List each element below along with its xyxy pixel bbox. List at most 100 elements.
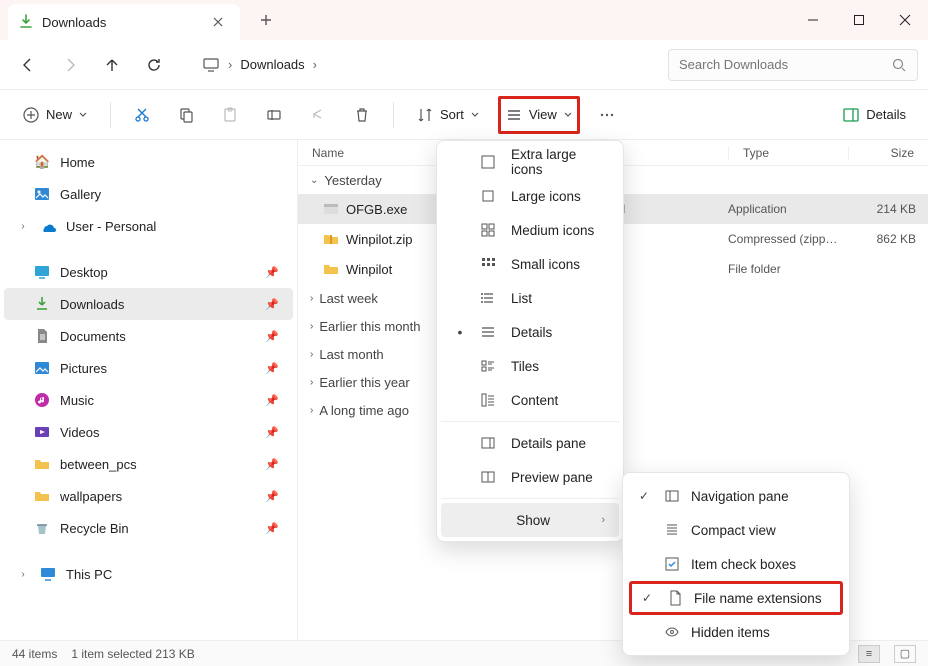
cut-button[interactable]	[125, 98, 159, 132]
menu-item-details[interactable]: •Details	[441, 315, 619, 349]
tab-close-button[interactable]	[206, 10, 230, 34]
menu-item-details-pane[interactable]: Details pane	[441, 426, 619, 460]
check-icon: ✓	[642, 591, 656, 605]
menu-item-sm-icons[interactable]: Small icons	[441, 247, 619, 281]
folder-icon	[34, 488, 50, 504]
chevron-right-icon: ›	[310, 293, 313, 304]
monitor-icon	[202, 56, 220, 74]
chevron-right-icon: ›	[310, 377, 313, 388]
compact-icon	[663, 522, 681, 538]
sidebar-item-pictures[interactable]: Pictures📌	[4, 352, 293, 384]
search-box[interactable]	[668, 49, 918, 81]
tab-title: Downloads	[42, 15, 206, 30]
maximize-button[interactable]	[836, 0, 882, 40]
close-button[interactable]	[882, 0, 928, 40]
sidebar-item-downloads[interactable]: Downloads📌	[4, 288, 293, 320]
sidebar-item-recycle[interactable]: Recycle Bin📌	[4, 512, 293, 544]
sort-label: Sort	[440, 107, 464, 122]
menu-item-hidden-items[interactable]: Hidden items	[629, 615, 843, 649]
more-button[interactable]	[590, 98, 624, 132]
pin-icon: 📌	[265, 426, 279, 439]
menu-item-list[interactable]: List	[441, 281, 619, 315]
folder-icon	[320, 261, 342, 277]
menu-item-navigation-pane[interactable]: ✓Navigation pane	[629, 479, 843, 513]
share-button[interactable]	[301, 98, 335, 132]
paste-button[interactable]	[213, 98, 247, 132]
sidebar-item-videos[interactable]: Videos📌	[4, 416, 293, 448]
tab-downloads[interactable]: Downloads	[8, 4, 240, 40]
menu-item-file-extensions-highlighted[interactable]: ✓File name extensions	[629, 581, 843, 615]
sidebar: 🏠Home Gallery ›User - Personal Desktop📌 …	[0, 140, 298, 640]
pin-icon: 📌	[265, 490, 279, 503]
view-large-button[interactable]: ▢	[894, 645, 916, 663]
navbar: › Downloads ›	[0, 40, 928, 90]
chevron-down-icon: ⌄	[310, 175, 318, 186]
content-icon	[479, 392, 497, 408]
new-button[interactable]: New	[14, 98, 96, 132]
pin-icon: 📌	[265, 394, 279, 407]
grid-icon	[479, 222, 497, 238]
menu-item-md-icons[interactable]: Medium icons	[441, 213, 619, 247]
copy-button[interactable]	[169, 98, 203, 132]
chevron-right-icon: ›	[310, 349, 313, 360]
pin-icon: 📌	[265, 522, 279, 535]
checkbox-icon	[663, 556, 681, 572]
menu-item-checkboxes[interactable]: Item check boxes	[629, 547, 843, 581]
check-icon: ✓	[639, 489, 653, 503]
sidebar-item-gallery[interactable]: Gallery	[4, 178, 293, 210]
details-label: Details	[866, 107, 906, 122]
sidebar-item-documents[interactable]: Documents📌	[4, 320, 293, 352]
view-menu: Extra large icons Large icons Medium ico…	[436, 140, 624, 542]
folder-icon	[34, 456, 50, 472]
chevron-right-icon: ›	[310, 321, 313, 332]
breadcrumb[interactable]: › Downloads ›	[202, 56, 325, 74]
menu-item-content[interactable]: Content	[441, 383, 619, 417]
menu-item-compact-view[interactable]: Compact view	[629, 513, 843, 547]
sidebar-item-between[interactable]: between_pcs📌	[4, 448, 293, 480]
search-input[interactable]	[679, 57, 891, 72]
sort-button[interactable]: Sort	[408, 98, 488, 132]
sidebar-item-wallpapers[interactable]: wallpapers📌	[4, 480, 293, 512]
menu-item-xl-icons[interactable]: Extra large icons	[441, 145, 619, 179]
pictures-icon	[34, 360, 50, 376]
view-button-highlighted[interactable]: View	[498, 96, 580, 134]
pin-icon: 📌	[265, 458, 279, 471]
sidebar-item-thispc[interactable]: ›This PC	[4, 558, 293, 590]
status-selection: 1 item selected 213 KB	[71, 647, 194, 661]
menu-item-preview-pane[interactable]: Preview pane	[441, 460, 619, 494]
videos-icon	[34, 424, 50, 440]
chevron-down-icon	[563, 110, 573, 120]
view-details-button[interactable]: ≡	[858, 645, 880, 663]
bullet-icon: •	[455, 324, 465, 340]
rename-button[interactable]	[257, 98, 291, 132]
column-size[interactable]: Size	[848, 146, 928, 160]
menu-item-tiles[interactable]: Tiles	[441, 349, 619, 383]
recycle-icon	[34, 520, 50, 536]
pin-icon: 📌	[265, 266, 279, 279]
show-submenu: ✓Navigation pane Compact view Item check…	[622, 472, 850, 656]
sidebar-item-music[interactable]: Music📌	[4, 384, 293, 416]
breadcrumb-current[interactable]: Downloads	[240, 57, 304, 72]
menu-item-show[interactable]: Show›	[441, 503, 619, 537]
forward-button[interactable]	[52, 47, 88, 83]
status-count: 44 items	[12, 647, 57, 661]
sidebar-item-user[interactable]: ›User - Personal	[4, 210, 293, 242]
new-label: New	[46, 107, 72, 122]
up-button[interactable]	[94, 47, 130, 83]
delete-button[interactable]	[345, 98, 379, 132]
grid-icon	[479, 154, 497, 170]
list-icon	[479, 290, 497, 306]
preview-pane-icon	[479, 469, 497, 485]
sidebar-item-desktop[interactable]: Desktop📌	[4, 256, 293, 288]
sidebar-item-home[interactable]: 🏠Home	[4, 146, 293, 178]
menu-item-lg-icons[interactable]: Large icons	[441, 179, 619, 213]
refresh-button[interactable]	[136, 47, 172, 83]
home-icon: 🏠	[34, 154, 50, 170]
column-type[interactable]: Type	[728, 146, 848, 160]
minimize-button[interactable]	[790, 0, 836, 40]
search-icon	[891, 57, 907, 73]
desktop-icon	[34, 264, 50, 280]
back-button[interactable]	[10, 47, 46, 83]
new-tab-button[interactable]	[252, 6, 280, 34]
details-pane-toggle[interactable]: Details	[834, 98, 914, 132]
